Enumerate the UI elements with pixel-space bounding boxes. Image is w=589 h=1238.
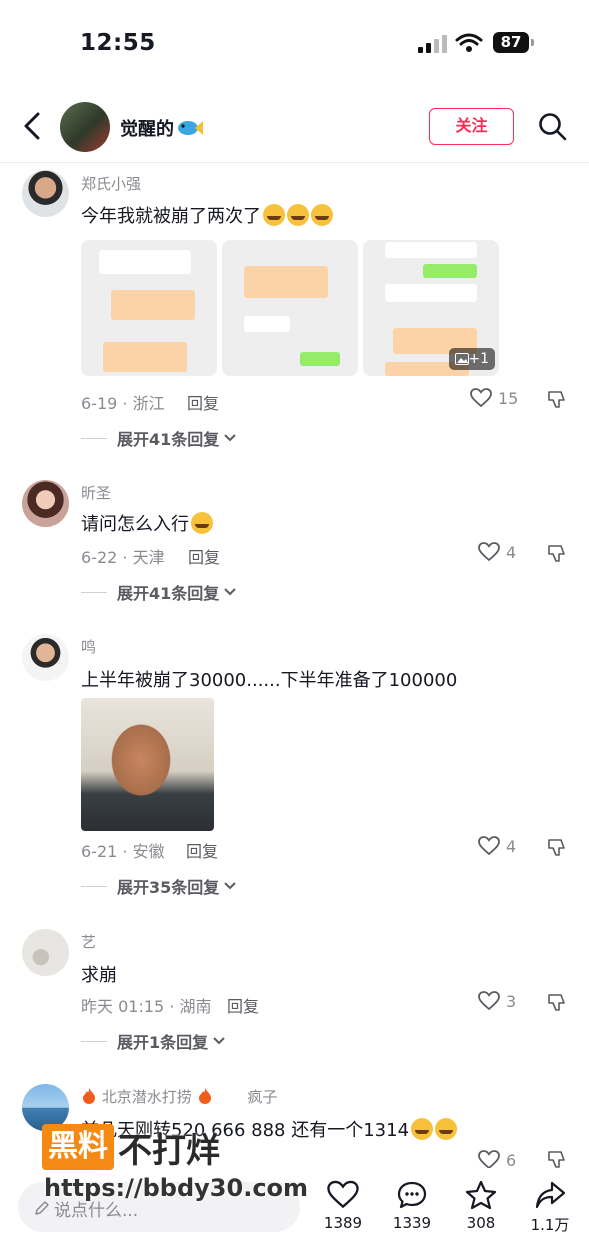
comment-images: +1: [0, 240, 589, 380]
like-button[interactable]: 6: [478, 1150, 516, 1170]
comment-total: 1339: [392, 1214, 432, 1232]
chevron-down-icon: [213, 1037, 225, 1045]
like-button[interactable]: 4: [478, 836, 516, 856]
pencil-icon: [35, 1201, 49, 1215]
comment-item: 昕圣 请问怎么入行 6-22 · 天津 回复 4 展开41条回复: [0, 480, 589, 610]
dislike-icon[interactable]: [546, 544, 568, 564]
comment-meta: 6-22 · 天津: [81, 548, 165, 567]
reply-button[interactable]: 回复: [188, 544, 220, 568]
battery-level: 87: [493, 32, 529, 53]
comment-text: 今年我就被崩了两次了: [81, 202, 333, 228]
commenter-name[interactable]: 昕圣: [81, 482, 111, 503]
more-images-badge[interactable]: +1: [449, 348, 495, 370]
wifi-icon: [455, 33, 483, 52]
signal-icon: [418, 35, 447, 53]
like-button[interactable]: 3: [478, 991, 516, 1011]
comment-bubble-icon: [397, 1181, 427, 1209]
dislike-icon[interactable]: [546, 1150, 568, 1170]
heart-icon: [478, 1150, 500, 1170]
laughing-emoji-icon: [411, 1118, 434, 1140]
fish-emoji-icon: [178, 121, 203, 135]
reply-button[interactable]: 回复: [187, 390, 219, 414]
dislike-icon[interactable]: [546, 390, 568, 410]
commenter-name[interactable]: 鸣: [81, 636, 96, 657]
heart-icon: [327, 1180, 359, 1209]
star-icon: [465, 1180, 497, 1210]
like-video-button[interactable]: 1389: [313, 1180, 373, 1232]
author-name[interactable]: 觉醒的: [120, 115, 203, 141]
laughing-emoji-icon: [435, 1118, 458, 1140]
like-button[interactable]: 4: [478, 542, 516, 562]
reply-to-user[interactable]: 疯子: [247, 1088, 277, 1106]
reply-button[interactable]: 回复: [186, 838, 218, 862]
comment-meta: 6-21 · 安徽: [81, 842, 165, 861]
commenter-avatar[interactable]: [22, 480, 69, 527]
commenter-name[interactable]: 艺: [81, 931, 96, 952]
comment-meta: 昨天 01:15 · 湖南: [81, 997, 212, 1016]
chevron-down-icon: [224, 882, 236, 890]
dislike-icon[interactable]: [546, 993, 568, 1013]
commenter-avatar[interactable]: [22, 929, 69, 976]
status-bar: 12:55 87: [0, 0, 589, 88]
like-count: 15: [498, 388, 519, 408]
heart-icon: [470, 388, 492, 408]
share-button[interactable]: 1.1万: [520, 1180, 580, 1235]
like-count: 4: [506, 542, 517, 562]
comment-photo[interactable]: [81, 698, 214, 831]
comment-text: 求崩: [81, 965, 117, 986]
comment-text: 上半年被崩了30000......下半年准备了100000: [81, 670, 458, 691]
chat-screenshot-thumbnail[interactable]: [222, 240, 358, 376]
like-total: 1389: [323, 1214, 363, 1232]
favorite-total: 308: [466, 1214, 496, 1232]
comment-meta: 6-19 · 浙江: [81, 394, 165, 413]
like-count: 6: [506, 1150, 517, 1170]
heart-icon: [478, 836, 500, 856]
fire-emoji-icon: [198, 1088, 211, 1104]
comment-item: 鸣 上半年被崩了30000......下半年准备了100000 6-21 · 安…: [0, 634, 589, 904]
favorite-button[interactable]: 308: [451, 1180, 511, 1232]
laughing-emoji-icon: [191, 512, 213, 534]
like-count: 4: [506, 836, 517, 856]
expand-replies-button[interactable]: 展开41条回复: [81, 580, 237, 604]
chevron-down-icon: [224, 434, 236, 442]
back-arrow-icon[interactable]: [20, 110, 44, 142]
crying-emoji-icon: [263, 204, 285, 226]
profile-header: 觉醒的 关注: [0, 96, 589, 158]
expand-replies-button[interactable]: 展开35条回复: [81, 874, 237, 898]
watermark-logo: 黑料 不打烊: [42, 1124, 220, 1171]
comment-item: 郑氏小强 今年我就被崩了两次了 +1 6-19 · 浙江 回复 15 展开41条…: [0, 170, 589, 460]
share-arrow-icon: [535, 1181, 566, 1209]
author-avatar[interactable]: [60, 102, 110, 152]
fire-emoji-icon: [83, 1088, 95, 1104]
reply-button[interactable]: 回复: [227, 993, 259, 1017]
comment-item: 艺 求崩 昨天 01:15 · 湖南 回复 3 展开1条回复: [0, 929, 589, 1059]
dislike-icon[interactable]: [546, 838, 568, 858]
commenter-name[interactable]: 郑氏小强: [81, 173, 141, 194]
header-divider: [0, 162, 589, 163]
battery-tip: [531, 39, 534, 46]
commenter-avatar[interactable]: [22, 170, 69, 217]
watermark-url: https://bbdy30.com: [44, 1174, 309, 1202]
like-count: 3: [506, 991, 517, 1011]
image-icon: [455, 353, 469, 365]
search-icon[interactable]: [538, 112, 568, 142]
heart-icon: [478, 991, 500, 1011]
comment-text: 请问怎么入行: [81, 510, 213, 536]
crying-emoji-icon: [287, 204, 309, 226]
status-time: 12:55: [80, 30, 156, 56]
commenter-avatar[interactable]: [22, 634, 69, 681]
chevron-down-icon: [224, 588, 236, 596]
expand-replies-button[interactable]: 展开1条回复: [81, 1029, 226, 1053]
expand-replies-button[interactable]: 展开41条回复: [81, 426, 237, 450]
follow-button[interactable]: 关注: [429, 108, 514, 145]
share-total: 1.1万: [530, 1216, 570, 1234]
crying-emoji-icon: [311, 204, 333, 226]
heart-icon: [478, 542, 500, 562]
chat-screenshot-thumbnail[interactable]: [81, 240, 217, 376]
like-button[interactable]: 15: [470, 388, 518, 408]
commenter-name[interactable]: 北京潜水打捞 疯子: [81, 1086, 277, 1107]
comment-button[interactable]: 1339: [382, 1180, 442, 1232]
